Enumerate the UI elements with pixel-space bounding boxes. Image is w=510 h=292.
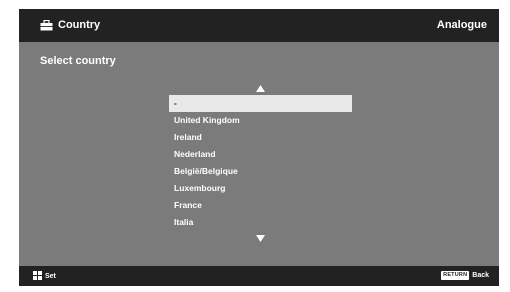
back-hint: RETURN Back xyxy=(441,271,489,280)
set-hint: Set xyxy=(33,271,56,282)
header-bar: Country Analogue xyxy=(19,9,499,42)
country-list: - United Kingdom Ireland Nederland België/Be… xyxy=(169,95,352,231)
country-list-item[interactable]: United Kingdom xyxy=(169,112,352,129)
dpad-icon xyxy=(33,271,42,282)
country-list-item[interactable]: Ireland xyxy=(169,129,352,146)
toolbox-icon xyxy=(40,19,53,31)
back-label: Back xyxy=(472,272,489,279)
country-list-item[interactable]: Italia xyxy=(169,214,352,231)
mode-indicator: Analogue xyxy=(436,19,487,31)
country-list-panel: - United Kingdom Ireland Nederland België/Be… xyxy=(169,81,352,245)
footer-bar: Set RETURN Back xyxy=(19,266,499,286)
menu-title: Country xyxy=(40,19,100,31)
arrow-up-icon[interactable] xyxy=(169,81,352,95)
country-list-item[interactable]: France xyxy=(169,197,352,214)
country-list-item[interactable]: Luxembourg xyxy=(169,180,352,197)
page-subtitle: Select country xyxy=(40,55,116,67)
country-list-item[interactable]: - xyxy=(169,95,352,112)
country-list-item[interactable]: Nederland xyxy=(169,146,352,163)
set-label: Set xyxy=(45,273,56,280)
country-list-item[interactable]: België/Belgique xyxy=(169,163,352,180)
menu-title-text: Country xyxy=(58,19,101,31)
arrow-down-icon[interactable] xyxy=(169,231,352,245)
tv-menu-screen: Country Analogue Select country - United … xyxy=(19,9,499,286)
return-key-badge: RETURN xyxy=(441,271,470,280)
